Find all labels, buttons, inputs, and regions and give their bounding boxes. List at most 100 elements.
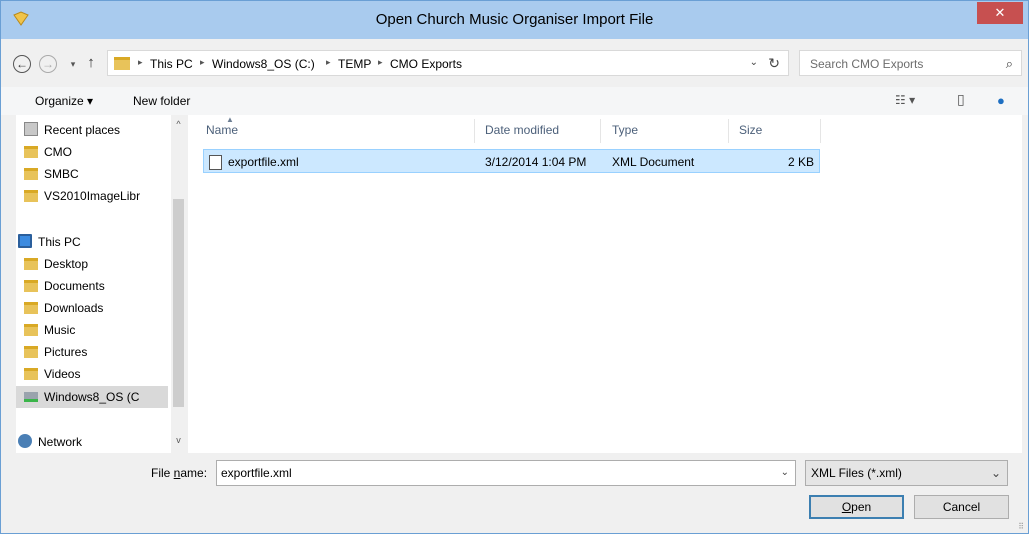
sidebar-item-label: Windows8_OS (C bbox=[44, 390, 140, 404]
search-placeholder: Search CMO Exports bbox=[810, 57, 924, 71]
scroll-up-icon[interactable]: ^ bbox=[171, 119, 186, 129]
scroll-down-icon[interactable]: v bbox=[171, 435, 186, 445]
sidebar-item-desktop[interactable]: Desktop bbox=[16, 253, 168, 275]
recent-places-icon bbox=[24, 122, 38, 136]
address-row: ← → ▾ ↑ ▸ This PC ▸ Windows8_OS (C:) ▸ T… bbox=[9, 49, 1022, 79]
breadcrumb-separator-icon[interactable]: ▸ bbox=[378, 57, 383, 68]
sidebar-item-this-pc[interactable]: This PC bbox=[16, 231, 168, 253]
title-bar[interactable]: Open Church Music Organiser Import File … bbox=[1, 1, 1028, 39]
sidebar-item-network[interactable]: Network bbox=[16, 431, 168, 453]
organize-button[interactable]: Organize ▾ bbox=[35, 94, 93, 108]
file-date-modified: 3/12/2014 1:04 PM bbox=[485, 155, 587, 169]
folder-icon bbox=[24, 190, 38, 202]
forward-button[interactable]: → bbox=[39, 55, 57, 73]
address-dropdown-icon[interactable]: ⌄ bbox=[750, 57, 758, 68]
resize-grip-icon[interactable]: ⠿ bbox=[1018, 522, 1024, 531]
sidebar-item-label: Recent places bbox=[44, 123, 121, 137]
close-button[interactable]: ✕ bbox=[977, 2, 1023, 24]
up-button[interactable]: ↑ bbox=[81, 53, 101, 73]
breadcrumb-this-pc[interactable]: This PC bbox=[150, 57, 193, 71]
file-type-dropdown-icon[interactable]: ⌄ bbox=[991, 466, 1001, 480]
sidebar-item-vs2010imagelibrary[interactable]: VS2010ImageLibr bbox=[16, 185, 168, 207]
sidebar-item-label: CMO bbox=[44, 145, 72, 159]
pc-icon bbox=[18, 234, 32, 248]
address-bar[interactable]: ▸ This PC ▸ Windows8_OS (C:) ▸ TEMP ▸ CM… bbox=[107, 50, 789, 76]
open-file-dialog: Open Church Music Organiser Import File … bbox=[0, 0, 1029, 534]
column-header-date-modified[interactable]: Date modified bbox=[485, 123, 559, 137]
sidebar-item-documents[interactable]: Documents bbox=[16, 275, 168, 297]
file-list: ▲ Name Date modified Type Size exportfil… bbox=[188, 115, 1022, 453]
column-divider[interactable] bbox=[474, 119, 475, 143]
folder-icon bbox=[24, 258, 38, 270]
sidebar-item-windows8-os[interactable]: Windows8_OS (C bbox=[16, 386, 168, 408]
column-divider[interactable] bbox=[728, 119, 729, 143]
sidebar-item-label: Music bbox=[44, 323, 76, 337]
sidebar-item-label: Downloads bbox=[44, 301, 104, 315]
sidebar-item-label: Pictures bbox=[44, 345, 88, 359]
file-name-field[interactable]: ⌄ bbox=[216, 460, 796, 486]
folder-icon bbox=[24, 146, 38, 158]
file-name-dropdown-icon[interactable]: ⌄ bbox=[781, 467, 789, 478]
sidebar-item-smbc[interactable]: SMBC bbox=[16, 163, 168, 185]
folder-icon bbox=[24, 280, 38, 292]
sidebar-item-cmo[interactable]: CMO bbox=[16, 141, 168, 163]
sidebar-item-label: This PC bbox=[38, 235, 81, 249]
sidebar-item-downloads[interactable]: Downloads bbox=[16, 297, 168, 319]
column-divider[interactable] bbox=[600, 119, 601, 143]
recent-locations-button[interactable]: ▾ bbox=[63, 55, 83, 75]
open-button[interactable]: Open bbox=[809, 495, 904, 519]
folder-icon bbox=[24, 346, 38, 358]
breadcrumb-cmo-exports[interactable]: CMO Exports bbox=[390, 57, 462, 71]
command-bar: Organize ▾ New folder ☷ ▾ ▯ ● bbox=[1, 87, 1028, 115]
sidebar-item-label: Network bbox=[38, 435, 83, 449]
folder-icon bbox=[114, 57, 130, 70]
file-type-value: XML Files (*.xml) bbox=[811, 466, 902, 480]
sidebar-item-label: Videos bbox=[44, 367, 81, 381]
folder-icon bbox=[24, 168, 38, 180]
cancel-button[interactable]: Cancel bbox=[914, 495, 1009, 519]
change-view-icon[interactable]: ☷ ▾ bbox=[895, 93, 915, 107]
sidebar-item-label: VS2010ImageLibr bbox=[44, 189, 141, 203]
file-row[interactable]: exportfile.xml 3/12/2014 1:04 PM XML Doc… bbox=[203, 149, 820, 173]
navigation-pane: Recent places CMO SMBC VS2010ImageLibr T… bbox=[16, 115, 186, 453]
file-size: 2 KB bbox=[788, 155, 815, 169]
xml-file-icon bbox=[209, 155, 222, 170]
breadcrumb-separator-icon[interactable]: ▸ bbox=[138, 57, 143, 68]
sidebar-item-label: SMBC bbox=[44, 167, 79, 181]
breadcrumb-temp[interactable]: TEMP bbox=[338, 57, 371, 71]
sidebar-item-pictures[interactable]: Pictures bbox=[16, 341, 168, 363]
breadcrumb-drive[interactable]: Windows8_OS (C:) bbox=[212, 57, 315, 71]
scroll-thumb[interactable] bbox=[173, 199, 184, 407]
breadcrumb-separator-icon[interactable]: ▸ bbox=[200, 57, 205, 68]
sidebar-item-label: Documents bbox=[44, 279, 105, 293]
new-folder-button[interactable]: New folder bbox=[133, 94, 190, 108]
column-divider[interactable] bbox=[820, 119, 821, 143]
window-title: Open Church Music Organiser Import File bbox=[375, 11, 654, 28]
file-name-input[interactable] bbox=[221, 465, 761, 481]
search-icon[interactable]: ⌕ bbox=[1006, 56, 1013, 72]
dialog-footer: File name: ⌄ XML Files (*.xml) ⌄ Open Ca… bbox=[1, 453, 1028, 533]
back-button[interactable]: ← bbox=[13, 55, 31, 73]
sidebar-item-videos[interactable]: Videos bbox=[16, 363, 168, 385]
network-icon bbox=[18, 434, 32, 448]
column-header-size[interactable]: Size bbox=[739, 123, 762, 137]
folder-icon bbox=[24, 302, 38, 314]
drive-icon bbox=[24, 392, 38, 402]
navigation-scrollbar[interactable]: ^ v bbox=[171, 115, 186, 453]
file-type-select[interactable]: XML Files (*.xml) ⌄ bbox=[805, 460, 1008, 486]
column-header-name[interactable]: Name bbox=[206, 123, 238, 137]
preview-pane-icon[interactable]: ▯ bbox=[957, 91, 965, 108]
search-box[interactable]: Search CMO Exports ⌕ bbox=[799, 50, 1022, 76]
sidebar-item-recent-places[interactable]: Recent places bbox=[16, 119, 168, 141]
file-name-label: File name: bbox=[151, 466, 208, 480]
folder-icon bbox=[24, 368, 38, 380]
file-name: exportfile.xml bbox=[228, 155, 299, 169]
column-header-type[interactable]: Type bbox=[612, 123, 638, 137]
sidebar-item-label: Desktop bbox=[44, 257, 89, 271]
refresh-icon[interactable]: ↻ bbox=[768, 55, 780, 72]
breadcrumb-separator-icon[interactable]: ▸ bbox=[326, 57, 331, 68]
sidebar-item-music[interactable]: Music bbox=[16, 319, 168, 341]
folder-icon bbox=[24, 324, 38, 336]
help-icon[interactable]: ● bbox=[997, 93, 1005, 108]
file-type: XML Document bbox=[612, 155, 695, 169]
